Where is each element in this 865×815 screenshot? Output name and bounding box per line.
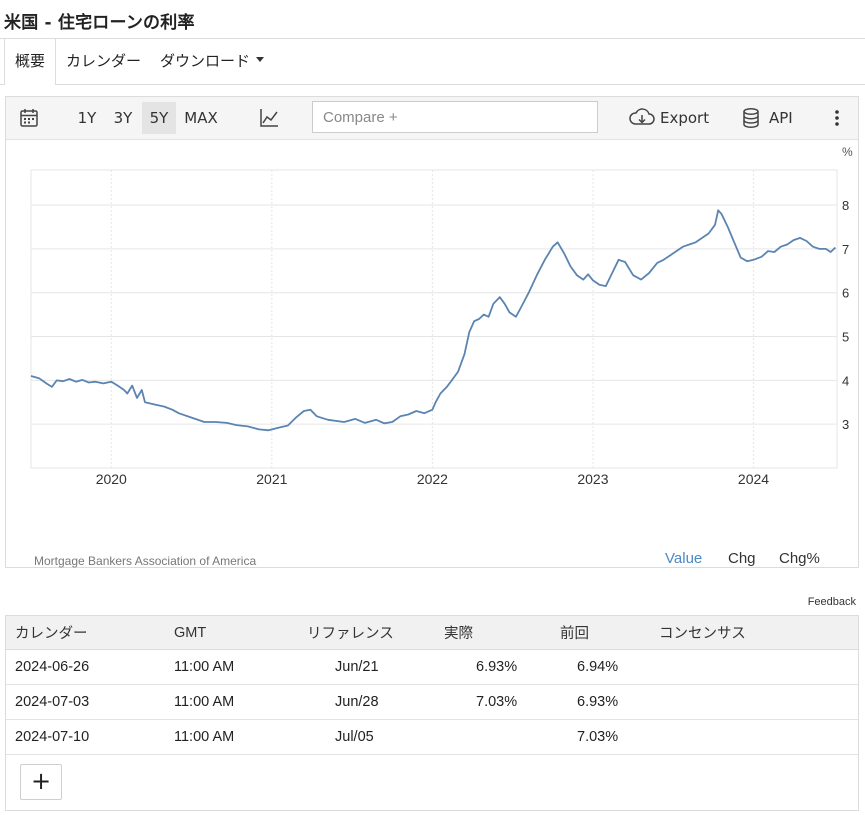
line-chart: 3 4 5 6 7 8 2020 2021 2022 2023 2024% <box>30 145 853 487</box>
tab-bar: 概要 カレンダー ダウンロード <box>0 38 865 85</box>
x-tick-label: 2020 <box>96 471 127 487</box>
view-mode-chg-pct[interactable]: Chg% <box>779 550 820 567</box>
table-row: 2024-07-03 11:00 AM Jun/28 7.03% 6.93% <box>6 684 858 720</box>
x-tick-label: 2022 <box>417 471 448 487</box>
x-tick-label: 2023 <box>577 471 608 487</box>
x-tick-label: 2021 <box>256 471 287 487</box>
y-tick-label: 3 <box>842 417 849 432</box>
view-mode-value[interactable]: Value <box>665 550 702 567</box>
cell-reference: Jun/21 <box>298 649 435 685</box>
range-1y-button[interactable]: 1Y <box>71 102 103 134</box>
plot-frame <box>30 169 838 469</box>
range-3y-button[interactable]: 3Y <box>107 102 139 134</box>
table-row: 2024-07-10 11:00 AM Jul/05 7.03% <box>6 719 858 755</box>
database-icon[interactable] <box>739 102 763 134</box>
chart-panel: 1Y 3Y 5Y MAX Export API 3 4 5 6 7 8 2020 2021 20… <box>5 96 859 608</box>
add-button[interactable]: + <box>20 764 62 800</box>
x-tick-label: 2024 <box>738 471 769 487</box>
tab-overview[interactable]: 概要 <box>4 39 57 85</box>
y-tick-label: 6 <box>842 286 849 301</box>
cell-actual <box>435 719 551 755</box>
chart-source: Mortgage Bankers Association of America <box>34 554 257 568</box>
col-header-gmt: GMT <box>165 616 298 650</box>
tab-download[interactable]: ダウンロード <box>150 39 274 83</box>
calendar-table: カレンダー GMT リファレンス 実際 前回 コンセンサス 2024-06-26… <box>6 616 858 755</box>
unit-label: % <box>842 145 853 159</box>
range-5y-button[interactable]: 5Y <box>142 102 176 134</box>
cell-consensus <box>650 684 858 720</box>
feedback-link[interactable]: Feedback <box>808 596 856 608</box>
cell-gmt: 11:00 AM <box>165 684 298 720</box>
col-header-reference: リファレンス <box>298 616 435 650</box>
y-tick-label: 7 <box>842 242 849 257</box>
cell-consensus <box>650 649 858 685</box>
calendar-table-panel: カレンダー GMT リファレンス 実際 前回 コンセンサス 2024-06-26… <box>5 615 859 811</box>
calendar-icon[interactable] <box>16 102 42 134</box>
cell-consensus <box>650 719 858 755</box>
cell-date: 2024-06-26 <box>6 649 165 685</box>
cell-previous: 6.93% <box>551 684 650 720</box>
cell-actual: 6.93% <box>435 649 551 685</box>
tab-calendar[interactable]: カレンダー <box>56 39 151 83</box>
y-tick-label: 4 <box>842 373 849 388</box>
cell-date: 2024-07-03 <box>6 684 165 720</box>
y-tick-label: 8 <box>842 198 849 213</box>
line-chart-icon[interactable] <box>256 102 282 134</box>
tab-calendar-label: カレンダー <box>66 52 142 70</box>
series-line <box>30 209 837 432</box>
y-tick-label: 5 <box>842 330 849 345</box>
table-row: 2024-06-26 11:00 AM Jun/21 6.93% 6.94% <box>6 649 858 685</box>
col-header-consensus: コンセンサス <box>650 616 858 650</box>
range-max-button[interactable]: MAX <box>180 102 222 134</box>
col-header-calendar: カレンダー <box>6 616 165 650</box>
tab-download-label: ダウンロード <box>160 52 251 70</box>
col-header-actual: 実際 <box>435 616 551 650</box>
col-header-previous: 前回 <box>551 616 650 650</box>
chart-area: 3 4 5 6 7 8 2020 2021 2022 2023 2024% Mortgage Ban… <box>6 140 858 608</box>
cell-gmt: 11:00 AM <box>165 649 298 685</box>
cell-previous: 7.03% <box>551 719 650 755</box>
cloud-download-icon[interactable] <box>627 102 657 134</box>
tab-overview-label: 概要 <box>15 52 46 70</box>
table-header-row: カレンダー GMT リファレンス 実際 前回 コンセンサス <box>6 616 858 650</box>
api-button[interactable]: API <box>769 102 799 134</box>
caret-down-icon <box>256 57 265 62</box>
cell-reference: Jul/05 <box>298 719 435 755</box>
more-vertical-icon[interactable] <box>829 102 845 134</box>
export-button[interactable]: Export <box>660 102 710 134</box>
page-title: 米国 - 住宅ローンの利率 <box>4 13 195 33</box>
cell-actual: 7.03% <box>435 684 551 720</box>
chart-toolbar: 1Y 3Y 5Y MAX Export API <box>6 97 858 140</box>
cell-gmt: 11:00 AM <box>165 719 298 755</box>
cell-previous: 6.94% <box>551 649 650 685</box>
compare-input[interactable] <box>312 101 598 133</box>
cell-date: 2024-07-10 <box>6 719 165 755</box>
cell-reference: Jun/28 <box>298 684 435 720</box>
view-mode-chg[interactable]: Chg <box>728 550 756 567</box>
